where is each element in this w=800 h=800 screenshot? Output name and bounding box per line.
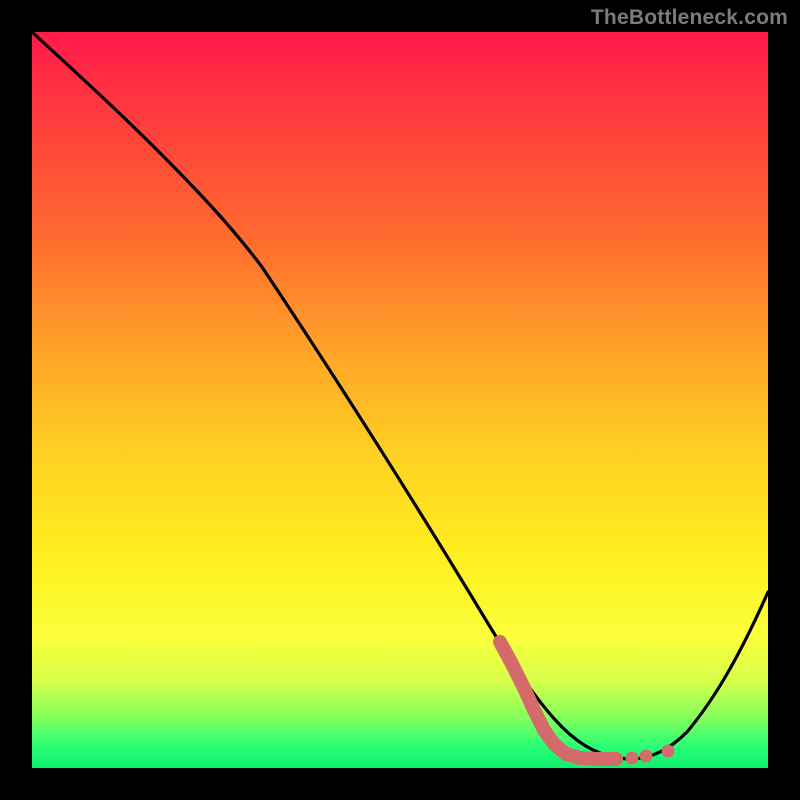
- plot-area: [32, 32, 768, 768]
- curve-path: [32, 32, 768, 759]
- chart-frame: TheBottleneck.com: [0, 0, 800, 800]
- bottleneck-curve: [32, 32, 768, 768]
- watermark-label: TheBottleneck.com: [591, 6, 788, 30]
